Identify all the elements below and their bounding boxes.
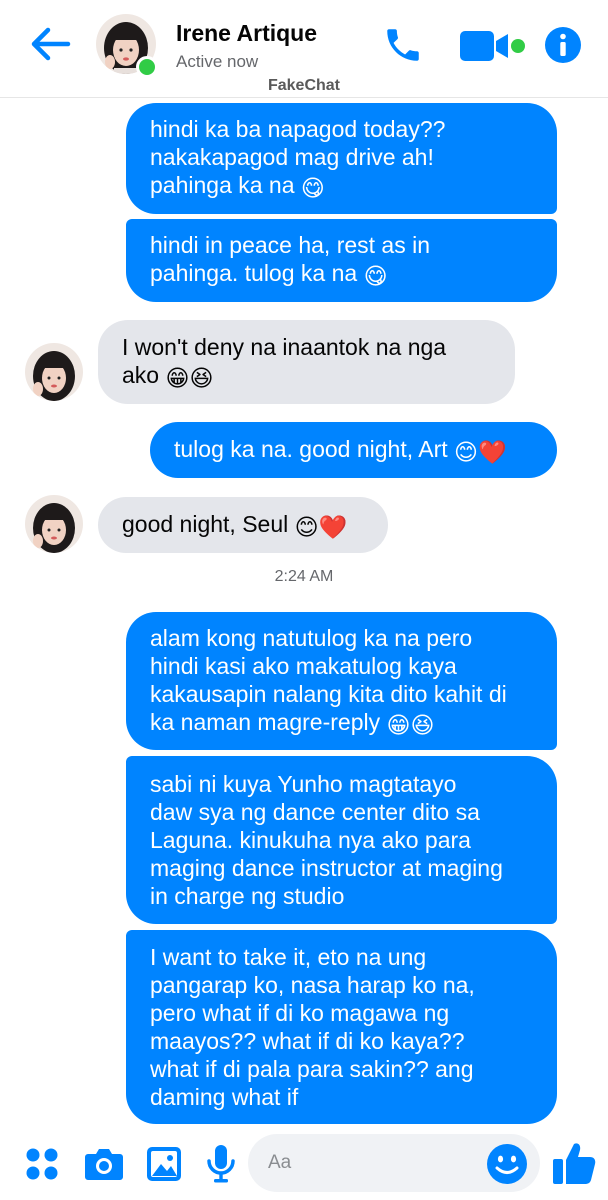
message-line: pahinga. tulog ka na (150, 260, 358, 286)
emoji: 😆 (189, 364, 214, 391)
message-bubble-outgoing[interactable]: hindi ka ba napagod today?? nakakapagod … (126, 103, 557, 214)
message-bubble-incoming[interactable]: I won't deny na inaantok na nga ako 😁😆 (98, 320, 515, 404)
message-line: Laguna. kinukuha nya ako para (150, 827, 471, 853)
message-line: nakakapagod mag drive ah! (150, 144, 434, 170)
message-line: hindi in peace ha, rest as in (150, 232, 431, 258)
message-bubble-outgoing[interactable]: I want to take it, eto na ung pangarap k… (126, 930, 557, 1124)
message-line: maayos?? what if di ko kaya?? (150, 1028, 465, 1054)
info-icon[interactable] (544, 26, 582, 64)
emoji: 😋 (363, 263, 388, 289)
message-bubble-outgoing[interactable]: hindi in peace ha, rest as in pahinga. t… (126, 219, 557, 302)
message-bubble-outgoing[interactable]: sabi ni kuya Yunho magtatayo daw sya ng … (126, 756, 557, 924)
message-line: daw sya ng dance center dito sa (150, 799, 480, 825)
message-timestamp: 2:24 AM (274, 568, 334, 585)
phone-icon[interactable] (382, 24, 424, 66)
message-line: pero what if di ko magawa ng (150, 1000, 450, 1026)
contact-avatar-small[interactable] (25, 495, 83, 553)
message-bubble-outgoing[interactable]: tulog ka na. good night, Art 😊❤️ (150, 422, 557, 478)
message-line: pangarap ko, nasa harap ko na, (150, 972, 475, 998)
message-line: ako (122, 361, 160, 388)
smiley-icon[interactable] (486, 1143, 528, 1185)
watermark: FakeChat (267, 77, 341, 94)
contact-avatar-small[interactable] (25, 343, 83, 401)
message-line: hindi kasi ako makatulog kaya (150, 652, 457, 679)
chat-header: Irene Artique Active now FakeChat (0, 0, 608, 98)
menu-dots-icon[interactable] (24, 1146, 60, 1182)
message-input-placeholder: Aa (268, 1152, 292, 1173)
message-line: what if di pala para sakin?? ang (150, 1056, 474, 1082)
message-line: pahinga ka na (150, 172, 295, 198)
message-line: in charge ng studio (150, 883, 345, 909)
message-line: ka naman magre-reply (150, 708, 381, 735)
image-icon[interactable] (146, 1146, 182, 1182)
emoji: ❤️ (478, 438, 507, 465)
emoji: 😋 (300, 175, 325, 201)
emoji: 😆 (410, 711, 435, 738)
online-indicator (136, 56, 158, 78)
message-line: I want to take it, eto na ung (150, 944, 427, 970)
emoji: ❤️ (318, 513, 348, 540)
emoji: 😊 (454, 438, 479, 465)
contact-name[interactable]: Irene Artique (176, 20, 317, 47)
arrow-left-icon[interactable] (28, 24, 72, 64)
emoji: 😁 (386, 711, 411, 738)
message-line: daming what if (150, 1084, 299, 1110)
microphone-icon[interactable] (206, 1144, 236, 1184)
camera-icon[interactable] (84, 1146, 124, 1182)
message-line: kakausapin nalang kita dito kahit di (150, 680, 507, 707)
message-line: maging dance instructor at maging (150, 855, 503, 881)
message-line: I won't deny na inaantok na nga (122, 333, 447, 360)
active-status: Active now (176, 52, 259, 71)
message-bubble-incoming[interactable]: good night, Seul 😊❤️ (98, 497, 388, 553)
emoji: 😁 (165, 364, 190, 391)
message-line: hindi ka ba napagod today?? (150, 116, 446, 142)
message-line: tulog ka na. good night, Art (174, 435, 448, 462)
thumbs-up-icon[interactable] (552, 1140, 596, 1186)
message-line: alam kong natutulog ka na pero (150, 624, 473, 651)
video-camera-icon[interactable] (460, 30, 528, 62)
message-bubble-outgoing[interactable]: alam kong natutulog ka na pero hindi kas… (126, 612, 557, 750)
message-line: sabi ni kuya Yunho magtatayo (150, 771, 457, 797)
message-line: good night, Seul (122, 510, 289, 537)
emoji: 😊 (294, 513, 319, 540)
